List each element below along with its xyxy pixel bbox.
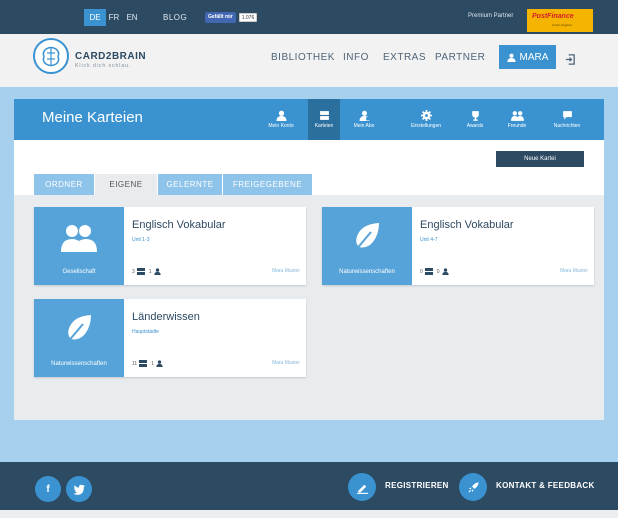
- cards-count: 3: [132, 268, 135, 275]
- people-icon: [61, 225, 97, 252]
- postfinance-logo[interactable]: PostFinance Unser Angebot: [527, 9, 593, 32]
- deck-subtitle: Hauptstädte: [132, 329, 159, 335]
- leaf-icon: [66, 315, 91, 344]
- nav-label: Mein Abo: [353, 123, 375, 129]
- logo-tagline: Klick dich schlau.: [75, 63, 132, 69]
- card-box-icon: [136, 268, 145, 275]
- logo-name[interactable]: CARD2BRAIN: [75, 51, 146, 62]
- nav-karteien[interactable]: Karteien: [308, 99, 340, 140]
- main-header-bar: Meine Karteien Mein Konto Karteien Mein …: [14, 99, 604, 140]
- user-icon: [156, 360, 163, 367]
- tab-gelernte[interactable]: GELERNTE: [158, 174, 222, 195]
- contact-feedback-link[interactable]: KONTAKT & FEEDBACK: [496, 481, 595, 490]
- deck-title[interactable]: Englisch Vokabular: [420, 219, 514, 231]
- users-count: 1: [151, 360, 154, 367]
- nav-label: Einstellungen: [410, 123, 442, 129]
- lang-de[interactable]: DE: [84, 9, 106, 26]
- postfinance-logo-text: PostFinance: [532, 13, 574, 20]
- blog-link[interactable]: BLOG: [163, 9, 187, 26]
- register-link[interactable]: REGISTRIEREN: [385, 481, 449, 490]
- category-image: Gesellschaft: [34, 207, 124, 285]
- nav-einstellungen[interactable]: Einstellungen: [402, 99, 450, 140]
- facebook-icon[interactable]: f: [35, 476, 61, 502]
- nav-extras[interactable]: EXTRAS: [383, 52, 426, 63]
- facebook-like-button[interactable]: Gefällt mir: [205, 12, 236, 23]
- top-bar: DE FR EN BLOG Gefällt mir 1.076 Premium …: [0, 0, 618, 34]
- users-count: 1: [148, 268, 152, 275]
- deck-author[interactable]: Mara Muster: [272, 360, 300, 366]
- brain-logo-icon[interactable]: [33, 38, 69, 74]
- register-icon[interactable]: [348, 473, 376, 501]
- card-box-icon: [139, 360, 148, 367]
- postfinance-logo-subtext: Unser Angebot: [552, 23, 572, 27]
- nav-freunde[interactable]: Freunde: [500, 99, 534, 140]
- user-menu-button[interactable]: MARA: [499, 45, 556, 69]
- facebook-like[interactable]: Gefällt mir 1.076: [205, 12, 258, 23]
- nav-awards[interactable]: Awards: [458, 99, 492, 140]
- facebook-like-count: 1.076: [238, 13, 258, 22]
- nav-label: Mein Konto: [268, 123, 294, 129]
- rocket-icon[interactable]: [459, 473, 487, 501]
- deck-card[interactable]: Gesellschaft Englisch Vokabular Unit 1-3…: [34, 207, 306, 285]
- user-name: MARA: [519, 51, 549, 63]
- deck-author[interactable]: Mara Muster: [560, 268, 588, 274]
- nav-partner[interactable]: PARTNER: [435, 52, 485, 63]
- deck-title[interactable]: Länderwissen: [132, 311, 200, 323]
- category-image: Naturwissenschaften: [322, 207, 412, 285]
- user-icon: [276, 110, 286, 121]
- nav-label: Karteien: [314, 123, 334, 129]
- premium-partner-label: Premium Partner: [468, 13, 514, 19]
- nav-nachrichten[interactable]: Nachrichten: [544, 99, 590, 140]
- trophy-icon: [471, 111, 479, 121]
- user-icon: [441, 268, 449, 275]
- nav-info[interactable]: INFO: [343, 52, 369, 63]
- nav-label: Freunde: [507, 123, 527, 129]
- site-header: CARD2BRAIN Klick dich schlau. BIBLIOTHEK…: [0, 34, 618, 87]
- nav-label: Awards: [466, 123, 484, 129]
- page-title: Meine Karteien: [42, 109, 143, 126]
- deck-subtitle: Unit 1-3: [132, 237, 150, 243]
- tab-freigegebene[interactable]: FREIGEGEBENE: [223, 174, 312, 195]
- card-box-icon: [424, 268, 433, 275]
- speech-bubble-icon: [562, 111, 572, 120]
- tab-ordner[interactable]: ORDNER: [34, 174, 94, 195]
- subscription-icon: [359, 110, 369, 121]
- user-icon: [153, 268, 161, 275]
- category-label: Naturwissenschaften: [339, 269, 395, 275]
- deck-card[interactable]: Naturwissenschaften Englisch Vokabular U…: [322, 207, 594, 285]
- deck-stats: 0 0: [420, 268, 449, 275]
- deck-card[interactable]: Naturwissenschaften Länderwissen Hauptst…: [34, 299, 306, 377]
- category-label: Naturwissenschaften: [51, 361, 107, 367]
- card-box-icon: [319, 111, 329, 120]
- bottom-strip: [0, 510, 618, 518]
- tab-eigene[interactable]: EIGENE: [95, 174, 157, 195]
- category-label: Gesellschaft: [62, 269, 96, 275]
- deck-title[interactable]: Englisch Vokabular: [132, 219, 226, 231]
- friends-icon: [510, 111, 524, 121]
- nav-label: Nachrichten: [553, 123, 581, 129]
- nav-mein-abo[interactable]: Mein Abo: [348, 99, 380, 140]
- lang-en[interactable]: EN: [124, 9, 140, 26]
- nav-mein-konto[interactable]: Mein Konto: [262, 99, 300, 140]
- category-image: Naturwissenschaften: [34, 299, 124, 377]
- new-deck-button[interactable]: Neue Kartei: [496, 151, 584, 167]
- user-icon: [506, 53, 516, 62]
- facebook-letter: f: [46, 483, 50, 495]
- users-count: 0: [436, 268, 440, 275]
- nav-bibliothek[interactable]: BIBLIOTHEK: [271, 52, 335, 63]
- deck-stats: 11 1: [132, 360, 163, 367]
- cards-count: 11: [132, 360, 138, 367]
- leaf-icon: [354, 223, 379, 252]
- logout-icon[interactable]: [565, 52, 576, 70]
- deck-stats: 3 1: [132, 268, 161, 275]
- deck-author[interactable]: Mara Muster: [272, 268, 300, 274]
- lang-fr[interactable]: FR: [106, 9, 122, 26]
- twitter-icon[interactable]: [66, 476, 92, 502]
- gear-icon: [420, 110, 432, 121]
- site-footer: f REGISTRIEREN KONTAKT & FEEDBACK: [0, 462, 618, 510]
- cards-count: 0: [420, 268, 423, 275]
- deck-subtitle: Unit 4-7: [420, 237, 438, 243]
